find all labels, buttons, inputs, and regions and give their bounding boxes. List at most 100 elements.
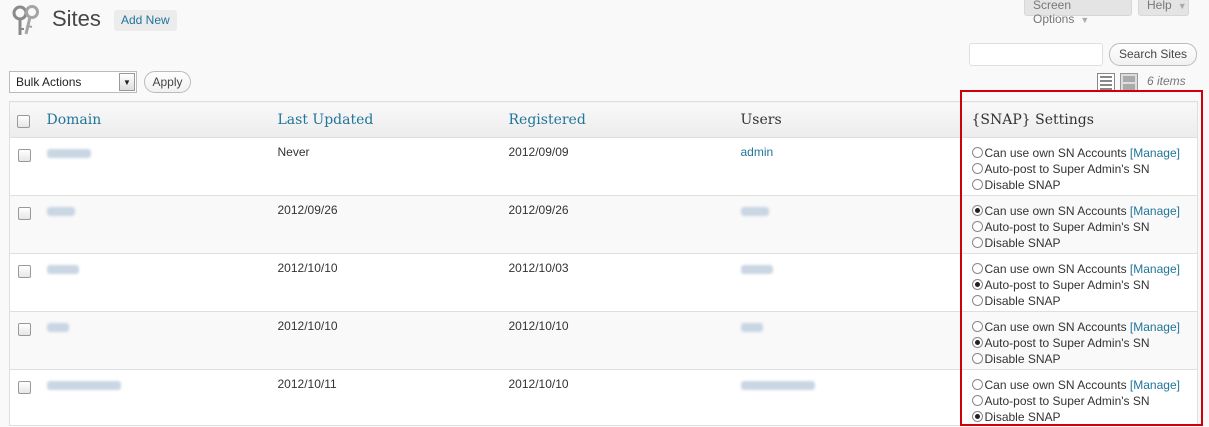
snap-option-label: Can use own SN Accounts xyxy=(984,378,1127,392)
snap-radio[interactable] xyxy=(971,263,983,274)
excerpt-view-icon[interactable] xyxy=(1120,73,1138,91)
column-users: Users xyxy=(734,101,966,138)
snap-option-label: Disable SNAP xyxy=(984,178,1061,192)
snap-option-label: Can use own SN Accounts xyxy=(984,146,1127,160)
snap-option-label: Can use own SN Accounts xyxy=(984,320,1127,334)
table-row: Never 2012/09/09 admin Can use own SN Ac… xyxy=(9,137,1198,196)
snap-option-own-accounts[interactable]: Can use own SN Accounts [Manage] xyxy=(971,145,1198,161)
screen-options-tab[interactable]: Screen Options ▼ xyxy=(1024,0,1132,26)
snap-option-label: Disable SNAP xyxy=(984,236,1061,250)
last-updated-cell: 2012/10/10 xyxy=(271,311,503,370)
snap-option-disable[interactable]: Disable SNAP xyxy=(971,351,1198,367)
list-view-icon[interactable] xyxy=(1097,73,1115,91)
table-header-row: Domain Last Updated Registered Users {SN… xyxy=(9,101,1198,138)
snap-option-disable[interactable]: Disable SNAP xyxy=(971,235,1198,251)
snap-option-label: Disable SNAP xyxy=(984,410,1061,424)
snap-option-super-admin[interactable]: Auto-post to Super Admin's SN xyxy=(971,161,1198,177)
manage-link[interactable]: [Manage] xyxy=(1130,262,1180,276)
snap-radio[interactable] xyxy=(971,395,983,406)
snap-settings-cell: Can use own SN Accounts [Manage] Auto-po… xyxy=(965,137,1198,196)
user-link-redacted[interactable] xyxy=(740,381,815,390)
snap-option-label: Can use own SN Accounts xyxy=(984,204,1127,218)
manage-link[interactable]: [Manage] xyxy=(1130,204,1180,218)
snap-option-label: Can use own SN Accounts xyxy=(984,262,1127,276)
snap-radio[interactable] xyxy=(971,337,983,348)
bulk-actions-value: Bulk Actions xyxy=(16,75,82,89)
snap-settings-cell: Can use own SN Accounts [Manage] Auto-po… xyxy=(966,370,1198,426)
row-checkbox[interactable] xyxy=(18,207,31,220)
row-checkbox[interactable] xyxy=(18,381,31,394)
snap-radio[interactable] xyxy=(971,411,983,422)
column-snap-settings: {SNAP} Settings xyxy=(965,101,1198,138)
registered-cell: 2012/10/03 xyxy=(502,253,735,312)
domain-link-redacted[interactable] xyxy=(46,207,75,216)
snap-option-own-accounts[interactable]: Can use own SN Accounts [Manage] xyxy=(971,261,1198,277)
snap-settings-cell: Can use own SN Accounts [Manage] Auto-po… xyxy=(965,311,1198,370)
snap-radio[interactable] xyxy=(971,353,983,364)
snap-option-disable[interactable]: Disable SNAP xyxy=(971,409,1198,425)
user-link-redacted[interactable] xyxy=(740,265,773,274)
manage-link[interactable]: [Manage] xyxy=(1130,146,1180,160)
chevron-down-icon: ▼ xyxy=(1080,15,1090,25)
domain-link-redacted[interactable] xyxy=(46,149,91,158)
snap-option-disable[interactable]: Disable SNAP xyxy=(971,293,1198,309)
snap-option-own-accounts[interactable]: Can use own SN Accounts [Manage] xyxy=(971,203,1198,219)
snap-option-label: Disable SNAP xyxy=(984,294,1061,308)
snap-radio[interactable] xyxy=(971,221,983,232)
snap-radio[interactable] xyxy=(971,205,983,216)
row-checkbox[interactable] xyxy=(18,149,31,162)
user-link[interactable]: admin xyxy=(741,145,774,159)
manage-link[interactable]: [Manage] xyxy=(1130,320,1180,334)
items-count: 6 items xyxy=(1147,74,1186,88)
table-row: 2012/10/11 2012/10/10 Can use own SN Acc… xyxy=(10,370,1198,426)
row-checkbox[interactable] xyxy=(18,323,31,336)
snap-radio[interactable] xyxy=(971,147,983,158)
snap-option-super-admin[interactable]: Auto-post to Super Admin's SN xyxy=(971,393,1198,409)
table-row: 2012/09/26 2012/09/26 Can use own SN Acc… xyxy=(9,195,1198,254)
page-title: Sites xyxy=(52,6,101,31)
snap-radio[interactable] xyxy=(971,295,983,306)
select-all-cell xyxy=(9,101,41,138)
manage-link[interactable]: [Manage] xyxy=(1130,378,1180,392)
row-checkbox[interactable] xyxy=(18,265,31,278)
domain-link-redacted[interactable] xyxy=(46,323,69,332)
apply-button[interactable]: Apply xyxy=(144,71,191,93)
search-sites-button[interactable]: Search Sites xyxy=(1109,43,1197,66)
snap-option-own-accounts[interactable]: Can use own SN Accounts [Manage] xyxy=(971,319,1198,335)
snap-radio[interactable] xyxy=(971,379,983,390)
snap-option-label: Disable SNAP xyxy=(984,352,1061,366)
screen-options-label: Screen Options xyxy=(1033,0,1075,26)
snap-option-super-admin[interactable]: Auto-post to Super Admin's SN xyxy=(971,335,1198,351)
snap-radio[interactable] xyxy=(971,163,983,174)
snap-radio[interactable] xyxy=(971,321,983,332)
user-link-redacted[interactable] xyxy=(740,323,763,332)
column-registered[interactable]: Registered xyxy=(502,101,735,138)
snap-option-own-accounts[interactable]: Can use own SN Accounts [Manage] xyxy=(971,377,1198,393)
add-new-button[interactable]: Add New xyxy=(114,10,177,31)
snap-option-label: Auto-post to Super Admin's SN xyxy=(984,220,1150,234)
snap-radio[interactable] xyxy=(971,179,983,190)
sites-table: Domain Last Updated Registered Users {SN… xyxy=(9,101,1198,426)
snap-option-super-admin[interactable]: Auto-post to Super Admin's SN xyxy=(971,277,1198,293)
domain-link-redacted[interactable] xyxy=(46,381,121,390)
snap-option-super-admin[interactable]: Auto-post to Super Admin's SN xyxy=(971,219,1198,235)
registered-cell: 2012/09/26 xyxy=(502,195,735,254)
registered-cell: 2012/10/10 xyxy=(508,377,569,391)
snap-radio[interactable] xyxy=(971,279,983,290)
snap-option-disable[interactable]: Disable SNAP xyxy=(971,177,1198,193)
select-all-checkbox[interactable] xyxy=(17,115,30,129)
bulk-actions-select[interactable]: Bulk Actions ▼ xyxy=(9,71,137,93)
column-last-updated[interactable]: Last Updated xyxy=(271,101,503,138)
help-label: Help xyxy=(1147,0,1172,12)
registered-cell: 2012/10/10 xyxy=(502,311,735,370)
snap-radio[interactable] xyxy=(971,237,983,248)
column-domain[interactable]: Domain xyxy=(40,101,272,138)
user-link-redacted[interactable] xyxy=(740,207,769,216)
last-updated-cell: 2012/10/10 xyxy=(271,253,503,312)
search-input[interactable] xyxy=(969,43,1103,66)
table-body: Never 2012/09/09 admin Can use own SN Ac… xyxy=(9,137,1198,426)
help-tab[interactable]: Help ▼ xyxy=(1138,0,1189,16)
snap-option-label: Auto-post to Super Admin's SN xyxy=(984,336,1150,350)
dropdown-arrow-icon: ▼ xyxy=(119,73,135,91)
domain-link-redacted[interactable] xyxy=(46,265,79,274)
